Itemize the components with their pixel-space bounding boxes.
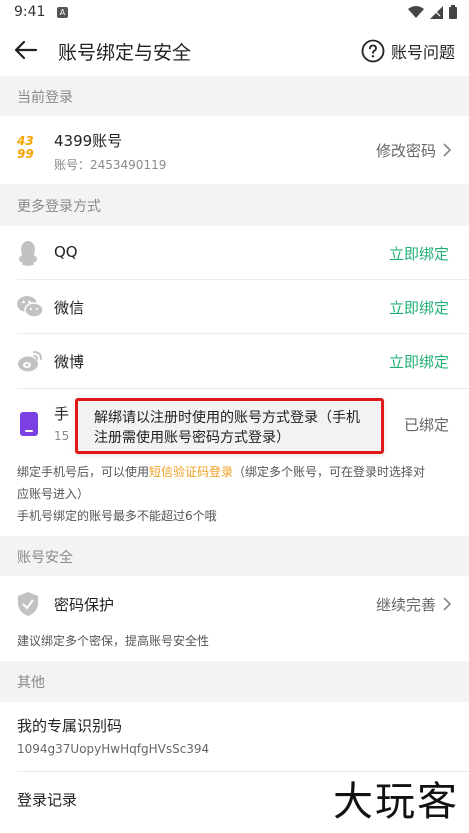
security-note: 建议绑定多个密保，提高账号安全性 (17, 634, 210, 648)
help-label: 账号问题 (390, 43, 455, 62)
binding-label: 微博 (54, 353, 85, 371)
section-label: 当前登录 (17, 90, 73, 106)
account-help-button[interactable]: 账号问题 (361, 36, 455, 66)
toast-line-1: 解绑请以注册时使用的账号方式登录（手机 (94, 410, 360, 426)
identifier-value: 1094g37UopyHwHqfgHVsSc394 (17, 742, 210, 756)
phone-binding-note: 绑定手机号后，可以使用短信验证码登录（绑定多个账号，可在登录时选择对 应账号进入… (17, 465, 426, 523)
chevron-right-icon (443, 143, 452, 157)
password-protection-label: 密码保护 (54, 596, 115, 614)
signal-icon (430, 5, 443, 19)
current-account-row[interactable]: 43 99 4399账号 账号：2453490119 修改密码 (0, 116, 469, 184)
phone-label: 手 (54, 405, 70, 423)
section-label: 账号安全 (17, 550, 73, 566)
binding-row-weibo[interactable]: 微博 立即绑定 (0, 334, 469, 389)
continue-improve-link[interactable]: 继续完善 (376, 594, 436, 615)
password-protection-row[interactable]: 密码保护 继续完善 (0, 576, 469, 630)
binding-row-wechat[interactable]: 微信 立即绑定 (0, 280, 469, 334)
chevron-right-icon (443, 597, 452, 611)
wechat-icon (17, 296, 43, 318)
binding-row-qq[interactable]: QQ 立即绑定 (0, 226, 469, 280)
4399-logo-icon: 43 99 (17, 134, 34, 161)
unbind-toast: 解绑请以注册时使用的账号方式登录（手机 注册需使用账号密码方式登录） (75, 398, 384, 454)
binding-label: 微信 (54, 299, 85, 317)
section-more-login: 更多登录方式 (0, 184, 469, 226)
phone-number: 15 (54, 429, 70, 443)
question-circle-icon (361, 39, 385, 63)
bind-now-button[interactable]: 立即绑定 (389, 351, 449, 372)
account-id: 账号：2453490119 (54, 158, 167, 172)
login-record-label: 登录记录 (17, 791, 78, 809)
binding-label: QQ (54, 243, 78, 261)
page-title: 账号绑定与安全 (58, 42, 192, 64)
section-current-login: 当前登录 (0, 76, 469, 116)
bind-now-button[interactable]: 立即绑定 (389, 243, 449, 264)
status-time: 9:41 (14, 4, 46, 20)
battery-icon (449, 5, 457, 19)
status-bar: 9:41 A (0, 0, 469, 26)
section-other: 其他 (0, 661, 469, 702)
status-icons (408, 5, 457, 19)
toast-line-2: 注册需使用账号密码方式登录） (94, 430, 290, 446)
identifier-row[interactable]: 我的专属识别码 1094g37UopyHwHqfgHVsSc394 (0, 702, 469, 772)
top-bar: 账号绑定与安全 账号问题 (0, 26, 469, 76)
phone-bound-status[interactable]: 已绑定 (404, 414, 449, 435)
section-account-security: 账号安全 (0, 536, 469, 576)
qq-icon (19, 241, 37, 266)
phone-icon (20, 412, 38, 436)
account-name: 4399账号 (54, 132, 123, 150)
notification-icon: A (57, 7, 68, 18)
section-label: 其他 (17, 675, 45, 691)
identifier-label: 我的专属识别码 (17, 717, 123, 735)
shield-icon (18, 592, 38, 616)
back-button[interactable] (12, 36, 44, 66)
bind-now-button[interactable]: 立即绑定 (389, 297, 449, 318)
change-password-link[interactable]: 修改密码 (376, 140, 436, 161)
back-arrow-icon (14, 40, 38, 60)
weibo-icon (18, 351, 42, 372)
wifi-icon (408, 6, 424, 18)
sms-login-link[interactable]: 短信验证码登录 (149, 465, 233, 479)
section-label: 更多登录方式 (17, 199, 101, 215)
watermark-logo: 大玩客 (333, 779, 459, 825)
